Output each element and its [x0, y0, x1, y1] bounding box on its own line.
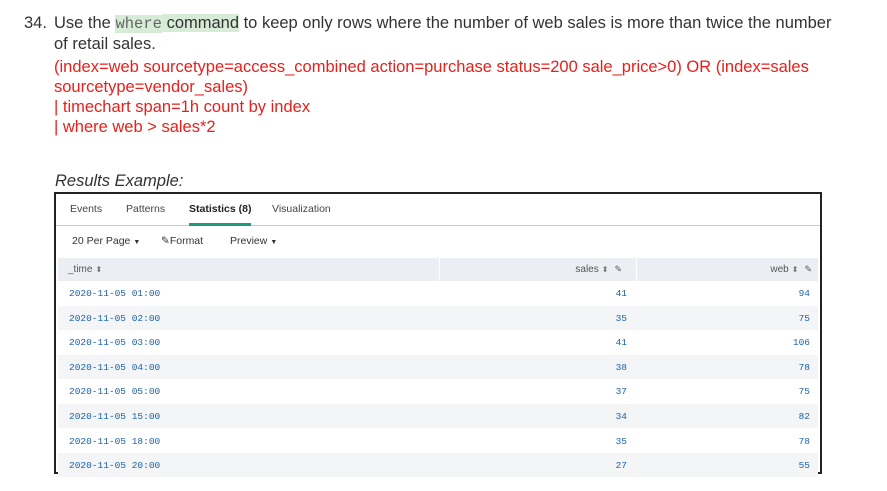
cell-time[interactable]: 2020-11-05 05:00: [69, 386, 160, 397]
column-header-web[interactable]: web ⬍ ✎: [770, 264, 812, 275]
search-query: (index=web sourcetype=access_combined ac…: [54, 57, 844, 137]
sort-icon[interactable]: ⬍: [602, 265, 609, 274]
table-row: 2020-11-05 03:00 41 106: [58, 330, 818, 354]
table-row: 2020-11-05 02:00 35 75: [58, 305, 818, 330]
pencil-icon[interactable]: ✎: [614, 264, 622, 274]
cell-sales[interactable]: 41: [616, 288, 627, 299]
cell-time[interactable]: 2020-11-05 01:00: [69, 288, 160, 299]
cell-time[interactable]: 2020-11-05 04:00: [69, 362, 160, 373]
column-label: web: [770, 264, 789, 275]
instruction: 34. Use the where command to keep only r…: [24, 13, 844, 137]
cell-time[interactable]: 2020-11-05 02:00: [69, 313, 160, 324]
table-header: _time ⬍ sales ⬍ ✎ web ⬍ ✎: [58, 258, 818, 281]
caret-down-icon: ▼: [133, 239, 141, 246]
column-divider: [636, 258, 637, 281]
cell-sales[interactable]: 35: [616, 313, 627, 324]
preview-dropdown[interactable]: Preview ▼: [230, 235, 277, 247]
cell-web[interactable]: 75: [799, 313, 810, 324]
cell-sales[interactable]: 37: [616, 386, 627, 397]
cell-time[interactable]: 2020-11-05 15:00: [69, 411, 160, 422]
cell-time[interactable]: 2020-11-05 03:00: [69, 337, 160, 348]
column-label: _time: [68, 264, 93, 275]
tab-bar: Events Patterns Statistics (8) Visualiza…: [56, 194, 820, 226]
results-toolbar: 20 Per Page ▼ ✎Format Preview ▼: [56, 225, 820, 255]
cell-time[interactable]: 2020-11-05 20:00: [69, 460, 160, 471]
format-button[interactable]: ✎Format: [161, 235, 203, 247]
table-row: 2020-11-05 18:00 35 78: [58, 429, 818, 453]
where-code: where: [115, 15, 162, 33]
table-row: 2020-11-05 01:00 41 94: [58, 281, 818, 305]
cell-time[interactable]: 2020-11-05 18:00: [69, 436, 160, 447]
cell-web[interactable]: 55: [799, 460, 810, 471]
sort-icon[interactable]: ⬍: [95, 265, 102, 274]
column-label: sales: [575, 264, 599, 275]
cell-web[interactable]: 94: [799, 288, 810, 299]
tab-statistics[interactable]: Statistics (8): [189, 203, 252, 226]
instruction-pre: Use the: [54, 14, 116, 32]
cell-web[interactable]: 82: [799, 411, 810, 422]
cell-sales[interactable]: 38: [616, 362, 627, 373]
tab-visualization[interactable]: Visualization: [272, 203, 331, 215]
cell-sales[interactable]: 35: [616, 436, 627, 447]
command-word: command: [166, 14, 240, 32]
results-panel: Events Patterns Statistics (8) Visualiza…: [54, 192, 822, 478]
search-line: | timechart span=1h count by index: [54, 98, 311, 116]
column-divider: [439, 258, 440, 281]
table-row: 2020-11-05 05:00 37 75: [58, 379, 818, 403]
pencil-icon: ✎: [161, 235, 170, 247]
table-row: 2020-11-05 15:00 34 82: [58, 404, 818, 428]
search-line: | where web > sales*2: [54, 118, 216, 136]
cell-web[interactable]: 78: [799, 436, 810, 447]
per-page-dropdown[interactable]: 20 Per Page ▼: [72, 235, 140, 247]
table-row: 2020-11-05 04:00 38 78: [58, 354, 818, 379]
sort-icon[interactable]: ⬍: [792, 265, 799, 274]
cell-sales[interactable]: 34: [616, 411, 627, 422]
instruction-text: Use the where command to keep only rows …: [54, 13, 844, 54]
pencil-icon[interactable]: ✎: [804, 264, 812, 274]
cell-web[interactable]: 78: [799, 362, 810, 373]
cell-sales[interactable]: 41: [616, 337, 627, 348]
question-number: 34.: [24, 14, 47, 32]
cell-web[interactable]: 106: [793, 337, 810, 348]
table-row: 2020-11-05 20:00 27 55: [58, 453, 818, 478]
column-header-time[interactable]: _time ⬍: [68, 264, 102, 275]
search-line: (index=web sourcetype=access_combined ac…: [54, 58, 809, 96]
instruction-space: [161, 14, 167, 32]
cell-sales[interactable]: 27: [616, 460, 627, 471]
column-header-sales[interactable]: sales ⬍ ✎: [575, 264, 622, 275]
preview-label: Preview: [230, 235, 268, 247]
format-label: Format: [169, 235, 204, 247]
caret-down-icon: ▼: [270, 239, 278, 246]
cell-web[interactable]: 75: [799, 386, 810, 397]
results-label: Results Example:: [55, 172, 184, 190]
per-page-label: 20 Per Page: [72, 235, 131, 247]
tab-patterns[interactable]: Patterns: [126, 203, 165, 215]
tab-events[interactable]: Events: [70, 203, 102, 215]
